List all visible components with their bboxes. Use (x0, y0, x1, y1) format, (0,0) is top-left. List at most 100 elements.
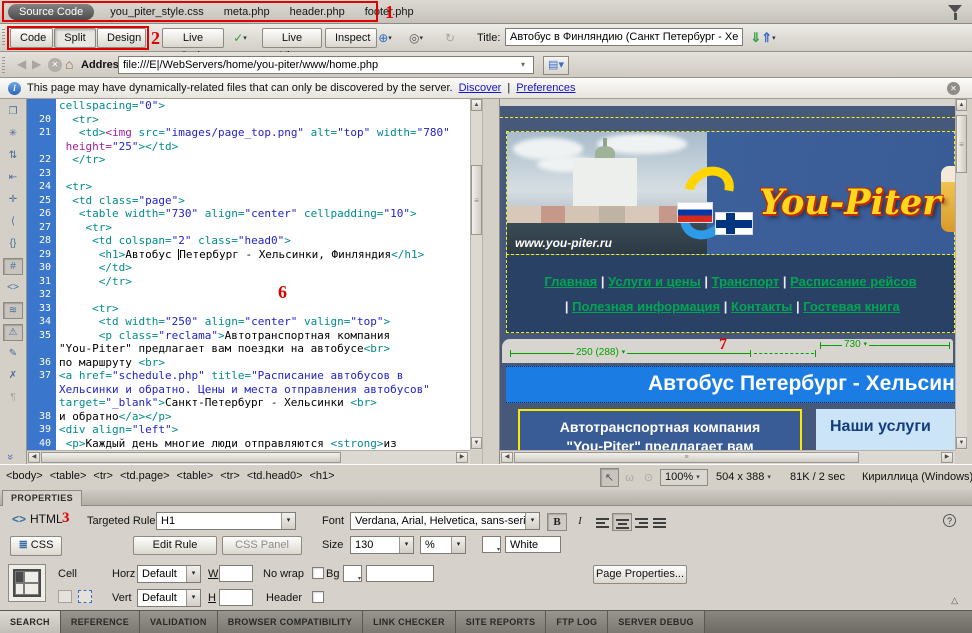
code-line[interactable]: </tr> (56, 153, 105, 167)
nav-link[interactable]: Расписание рейсов (790, 274, 916, 289)
column-width-menu[interactable]: 250 (288) ▾ (574, 347, 627, 358)
code-line[interactable]: <tr> (56, 221, 112, 235)
dropdown-arrow-icon[interactable]: ▾ (399, 537, 413, 553)
inspect-button[interactable]: Inspect (325, 28, 377, 48)
code-line[interactable]: Хельсинки и обратно. Цены и места отправ… (56, 383, 430, 397)
cell-height-input[interactable] (219, 589, 253, 606)
code-line[interactable] (56, 288, 59, 302)
align-right-button[interactable] (631, 513, 651, 531)
code-line[interactable]: <td colspan="2" class="head0"> (56, 234, 291, 248)
nav-link[interactable]: Контакты (731, 299, 792, 314)
dropdown-arrow-icon[interactable]: ▾ (186, 566, 200, 582)
file-management-icon[interactable]: ◎▾ (404, 28, 428, 48)
collapse-full-tag-icon[interactable]: ⇅ (3, 148, 23, 165)
collapse-selection-icon[interactable]: ⇤ (3, 170, 23, 187)
expand-all-icon[interactable]: ✛ (3, 192, 23, 209)
address-input[interactable] (118, 56, 534, 74)
tag-selector-item[interactable]: <tr> (93, 470, 113, 482)
address-dropdown-icon[interactable]: ▾ (521, 60, 525, 69)
results-tab-browser-compatibility[interactable]: BROWSER COMPATIBILITY (218, 611, 363, 633)
design-hscrollbar-thumb[interactable]: ≡ (514, 452, 859, 463)
tag-selector-item[interactable]: <table> (177, 470, 214, 482)
nav-link[interactable]: Транспорт (712, 274, 780, 289)
discover-link[interactable]: Discover (459, 82, 502, 94)
css-mode-button[interactable]: ≣CSS (10, 536, 62, 556)
dropdown-arrow-icon[interactable]: ▾ (186, 590, 200, 606)
nav-link[interactable]: Услуги и цены (608, 274, 701, 289)
collapse-panel-icon[interactable]: △ (951, 595, 958, 606)
no-wrap-checkbox[interactable] (312, 567, 324, 579)
page-heading[interactable]: Автобус Петербург - Хельсинки (506, 366, 955, 403)
dropdown-arrow-icon[interactable]: ▾ (525, 513, 539, 529)
tag-selector-item[interactable]: <table> (50, 470, 87, 482)
scroll-right-icon[interactable]: ▶ (456, 452, 468, 463)
align-center-button[interactable] (612, 513, 632, 531)
design-horizontal-scrollbar[interactable]: ◀ ≡ ▶ (500, 450, 955, 464)
file-transfer-icons[interactable]: ⇓⇑▾ (746, 28, 780, 48)
site-banner[interactable]: You-Piter Автобус С.Петербург-Хельсинки … (506, 131, 955, 255)
cell-width-input[interactable] (219, 565, 253, 582)
code-line[interactable]: </td> (56, 261, 132, 275)
vert-select[interactable]: Default▾ (137, 589, 201, 607)
split-view-divider[interactable] (482, 99, 500, 464)
tag-selector-item[interactable]: <h1> (310, 470, 335, 482)
code-line[interactable]: </tr> (56, 275, 132, 289)
magnification-select[interactable]: 100% ▾ (660, 469, 708, 486)
size-select[interactable]: 130▾ (350, 536, 414, 554)
code-editor[interactable]: cellspacing="0">20 <tr>21 <td><img src="… (27, 99, 470, 450)
window-size-menu[interactable]: 504 x 388 ▾ (716, 471, 771, 483)
word-wrap-icon[interactable]: ≋ (3, 302, 23, 319)
preview-in-browser-icon[interactable]: ⊕▾ (373, 28, 397, 48)
design-vertical-scrollbar[interactable]: ▲ ≡ ▼ (955, 99, 967, 450)
help-icon[interactable]: ? (943, 514, 956, 527)
results-tab-validation[interactable]: VALIDATION (140, 611, 218, 633)
html-mode-button[interactable]: <>HTML (12, 512, 63, 526)
results-tab-reference[interactable]: REFERENCE (61, 611, 140, 633)
split-cell-icon[interactable] (78, 590, 92, 603)
scroll-left-icon[interactable]: ◀ (501, 452, 513, 463)
results-tab-ftp-log[interactable]: FTP LOG (546, 611, 608, 633)
table-width-indicator[interactable]: 730 ▾ 250 (288) ▾ (502, 339, 953, 363)
line-numbers-icon[interactable]: # (3, 258, 23, 275)
results-tab-server-debug[interactable]: SERVER DEBUG (608, 611, 704, 633)
results-tab-link-checker[interactable]: LINK CHECKER (363, 611, 456, 633)
tag-selector-item[interactable]: <tr> (220, 470, 240, 482)
promo-cell[interactable]: Автотранспортная компания "You-Piter" пр… (518, 409, 802, 450)
tag-selector-item[interactable]: <body> (6, 470, 43, 482)
live-code-button[interactable]: Live Code (162, 28, 224, 48)
services-cell[interactable]: Наши услуги (816, 409, 955, 450)
code-line[interactable]: <tr> (56, 302, 119, 316)
text-color-swatch[interactable]: ▾ (482, 536, 501, 553)
preferences-link[interactable]: Preferences (516, 82, 575, 94)
code-line[interactable]: <tr> (56, 113, 99, 127)
code-line[interactable]: <div align="left"> (56, 423, 178, 437)
code-line[interactable]: <p>Каждый день многие люди отправляются … (56, 437, 397, 451)
bg-color-swatch[interactable]: ▾ (343, 565, 362, 582)
code-line[interactable]: и обратно</a></p> (56, 410, 172, 424)
design-view[interactable]: You-Piter Автобус С.Петербург-Хельсинки … (500, 99, 955, 450)
code-line[interactable]: <td><img src="images/page_top.png" alt="… (56, 126, 450, 140)
remove-comment-icon[interactable]: ✗ (3, 368, 23, 385)
code-line[interactable]: <h1>Автобус Петербург - Хельсинки, Финля… (56, 248, 424, 262)
code-line[interactable]: <p class="reclama">Автотранспортная комп… (56, 329, 390, 343)
home-icon[interactable]: ⌂ (65, 56, 73, 72)
nav-link[interactable]: Главная (544, 274, 597, 289)
scroll-up-icon[interactable]: ▲ (956, 99, 967, 111)
code-line[interactable]: <tr> (56, 180, 92, 194)
live-view-button[interactable]: Live View (262, 28, 322, 48)
code-vertical-scrollbar[interactable]: ▲ ≡ ▼ (470, 99, 482, 450)
scroll-down-icon[interactable]: ▼ (956, 437, 967, 449)
balance-braces-icon[interactable]: {} (3, 236, 23, 253)
dropdown-arrow-icon[interactable]: ▾ (451, 537, 465, 553)
header-checkbox[interactable] (312, 591, 324, 603)
apply-comment-icon[interactable]: ✎ (3, 346, 23, 363)
page-properties-button[interactable]: Page Properties... (593, 565, 687, 584)
scroll-right-icon[interactable]: ▶ (941, 452, 953, 463)
scroll-left-icon[interactable]: ◀ (28, 452, 40, 463)
toolbar-grip[interactable] (2, 57, 5, 74)
coding-toolbar-overflow-icon[interactable]: » (4, 454, 16, 460)
properties-tab[interactable]: PROPERTIES (2, 490, 82, 506)
code-line[interactable]: height="25"></td> (56, 140, 178, 154)
results-tab-search[interactable]: SEARCH (0, 611, 61, 633)
close-info-bar-icon[interactable]: ✕ (947, 82, 960, 95)
